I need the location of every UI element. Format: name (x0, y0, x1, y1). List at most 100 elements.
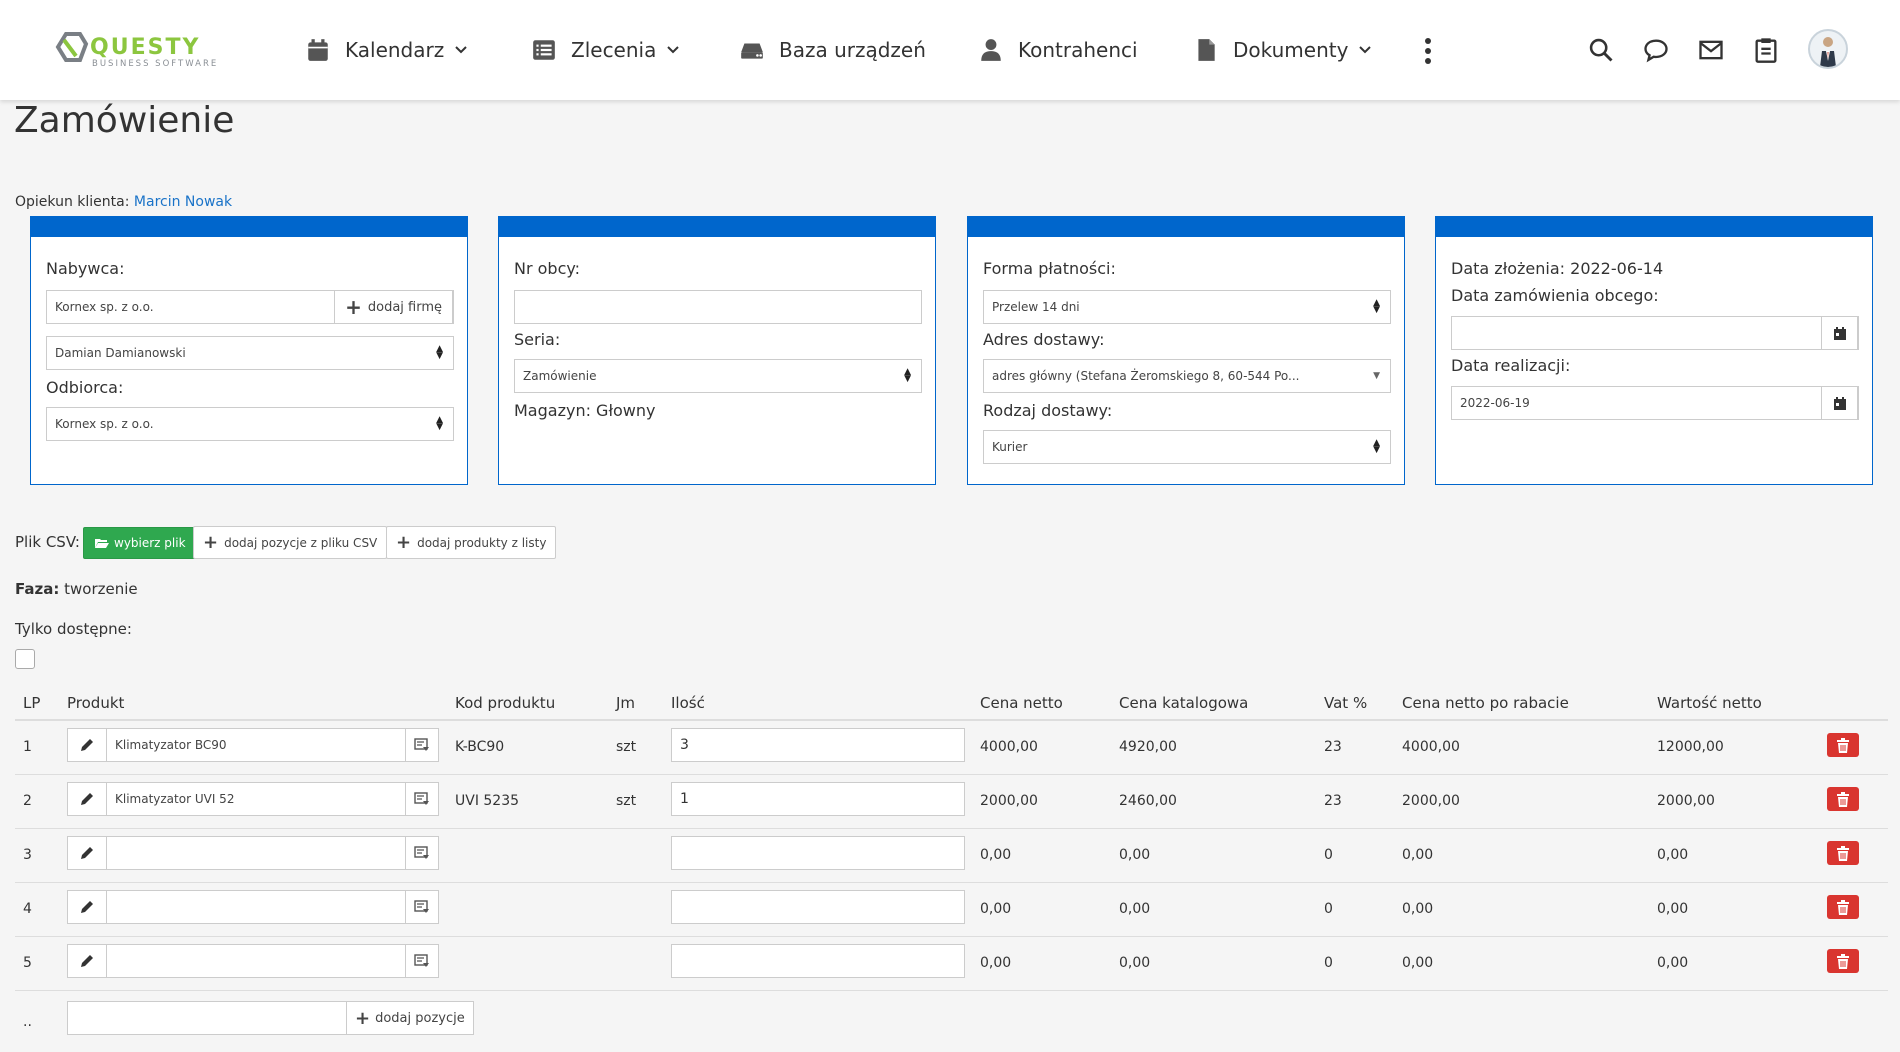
product-list-button[interactable] (405, 836, 439, 870)
calendar-button[interactable] (1821, 316, 1858, 350)
avatar-portrait-icon (1820, 37, 1836, 67)
document-icon (1198, 39, 1215, 61)
add-position-button[interactable]: + dodaj pozycje (346, 1001, 474, 1035)
edit-product-button[interactable] (67, 836, 107, 870)
delete-row-button[interactable] (1827, 949, 1859, 973)
table-row: 2 Klimatyzator UVI 52 UVI 5235 szt 1 200… (15, 775, 1888, 829)
delete-row-button[interactable] (1827, 895, 1859, 919)
add-from-csv-button[interactable]: + dodaj pozycje z pliku CSV (193, 526, 388, 559)
search-icon[interactable] (1587, 36, 1615, 64)
logo-subtitle: BUSINESS SOFTWARE (92, 59, 218, 69)
cell-cena-rabat: 4000,00 (1402, 739, 1460, 755)
cell-vat: 0 (1324, 955, 1333, 971)
data-realizacji-value: 2022-06-19 (1460, 396, 1530, 410)
product-input[interactable]: Klimatyzator UVI 52 (106, 782, 406, 816)
nr-obcy-input[interactable] (514, 290, 922, 324)
order-info-panel: Nr obcy: Seria: Zamówienie ▲ ▼ Magazyn: G… (498, 216, 936, 485)
col-jm: Jm (616, 694, 636, 712)
product-value: Klimatyzator UVI 52 (115, 792, 235, 806)
contact-value: Damian Damianowski (55, 346, 186, 360)
seria-select[interactable]: Zamówienie ▲ ▼ (514, 359, 922, 393)
adres-dostawy-select[interactable]: adres główny (Stefana Żeromskiego 8, 60-… (983, 359, 1391, 393)
pencil-icon (81, 901, 93, 913)
seria-label: Seria: (514, 330, 561, 349)
choose-file-button[interactable]: wybierz plik (83, 527, 197, 559)
nav-zlecenia[interactable]: Zlecenia (531, 32, 680, 68)
calendar-button[interactable] (1821, 386, 1858, 420)
cell-cena-rabat: 0,00 (1402, 901, 1434, 917)
cell-cena-netto: 2000,00 (980, 793, 1038, 809)
add-firm-button[interactable]: + dodaj firmę (334, 290, 453, 324)
cell-kod: UVI 5235 (455, 793, 520, 809)
product-list-button[interactable] (405, 944, 439, 978)
col-kod: Kod produktu (455, 694, 556, 712)
col-wartosc: Wartość netto (1657, 694, 1762, 712)
plus-icon: + (345, 295, 362, 319)
delete-row-button[interactable] (1827, 841, 1859, 865)
forma-platnosci-label: Forma płatności: (983, 259, 1116, 278)
odbiorca-select[interactable]: Kornex sp. z o.o. ▲ ▼ (46, 407, 454, 441)
quantity-input[interactable]: 1 (671, 782, 965, 816)
nr-obcy-label: Nr obcy: (514, 259, 581, 278)
quantity-input[interactable] (671, 836, 965, 870)
nav-label: Kontrahenci (1018, 38, 1138, 62)
edit-product-button[interactable] (67, 782, 107, 816)
nav-dokumenty[interactable]: Dokumenty (1193, 32, 1372, 68)
only-available-checkbox[interactable] (15, 649, 35, 669)
mail-icon[interactable] (1697, 36, 1725, 64)
user-avatar[interactable] (1808, 29, 1848, 69)
calendar-icon (308, 39, 328, 61)
quantity-input[interactable]: 3 (671, 728, 965, 762)
select-arrows-icon: ▲ ▼ (904, 367, 911, 384)
account-manager-link[interactable]: Marcin Nowak (134, 194, 232, 210)
folder-open-icon (95, 539, 109, 548)
quantity-input[interactable] (671, 944, 965, 978)
edit-product-button[interactable] (67, 728, 107, 762)
forma-platnosci-select[interactable]: Przelew 14 dni ▲ ▼ (983, 290, 1391, 324)
edit-product-button[interactable] (67, 944, 107, 978)
delete-row-button[interactable] (1827, 787, 1859, 811)
rodzaj-dostawy-value: Kurier (992, 440, 1028, 454)
clipboard-icon[interactable] (1752, 36, 1780, 64)
caret-down-icon: ▼ (1373, 371, 1380, 381)
cell-jm: szt (616, 739, 637, 755)
data-realizacji-input[interactable]: 2022-06-19 (1451, 386, 1859, 420)
product-input[interactable] (106, 836, 406, 870)
pencil-icon (81, 955, 93, 967)
quantity-value: 1 (680, 791, 689, 807)
edit-product-button[interactable] (67, 890, 107, 924)
chat-icon[interactable] (1642, 36, 1670, 64)
product-input[interactable] (106, 890, 406, 924)
col-ilosc: Ilość (671, 694, 705, 712)
cell-cena-katalogowa: 0,00 (1119, 901, 1151, 917)
data-zamowienia-obcego-input[interactable] (1451, 316, 1859, 350)
nav-kontrahenci[interactable]: Kontrahenci (978, 32, 1138, 68)
trash-icon (1837, 737, 1849, 753)
cell-wartosc: 12000,00 (1657, 739, 1724, 755)
nabywca-input[interactable]: Kornex sp. z o.o. + dodaj firmę (46, 290, 454, 324)
more-menu-icon[interactable] (1418, 36, 1438, 66)
cell-cena-katalogowa: 0,00 (1119, 955, 1151, 971)
panel-header (499, 217, 935, 237)
cell-cena-katalogowa: 0,00 (1119, 847, 1151, 863)
questy-logo[interactable]: QUESTY BUSINESS SOFTWARE (52, 30, 257, 70)
add-from-list-button[interactable]: + dodaj produkty z listy (386, 526, 557, 559)
product-list-button[interactable] (405, 890, 439, 924)
odbiorca-value: Kornex sp. z o.o. (55, 417, 154, 431)
product-input[interactable] (106, 944, 406, 978)
delete-row-button[interactable] (1827, 733, 1859, 757)
contact-select[interactable]: Damian Damianowski ▲ ▼ (46, 336, 454, 370)
pencil-icon (81, 739, 93, 751)
nav-baza-urzadzen[interactable]: Baza urządzeń (739, 32, 926, 68)
nav-kalendarz[interactable]: Kalendarz (305, 32, 468, 68)
product-list-button[interactable] (405, 728, 439, 762)
product-list-button[interactable] (405, 782, 439, 816)
cell-wartosc: 0,00 (1657, 901, 1689, 917)
trash-icon (1837, 899, 1849, 915)
cell-lp: 2 (23, 793, 32, 809)
cell-cena-rabat: 2000,00 (1402, 793, 1460, 809)
quantity-input[interactable] (671, 890, 965, 924)
product-input[interactable]: Klimatyzator BC90 (106, 728, 406, 762)
rodzaj-dostawy-select[interactable]: Kurier ▲ ▼ (983, 430, 1391, 464)
add-position-input[interactable] (67, 1001, 347, 1035)
